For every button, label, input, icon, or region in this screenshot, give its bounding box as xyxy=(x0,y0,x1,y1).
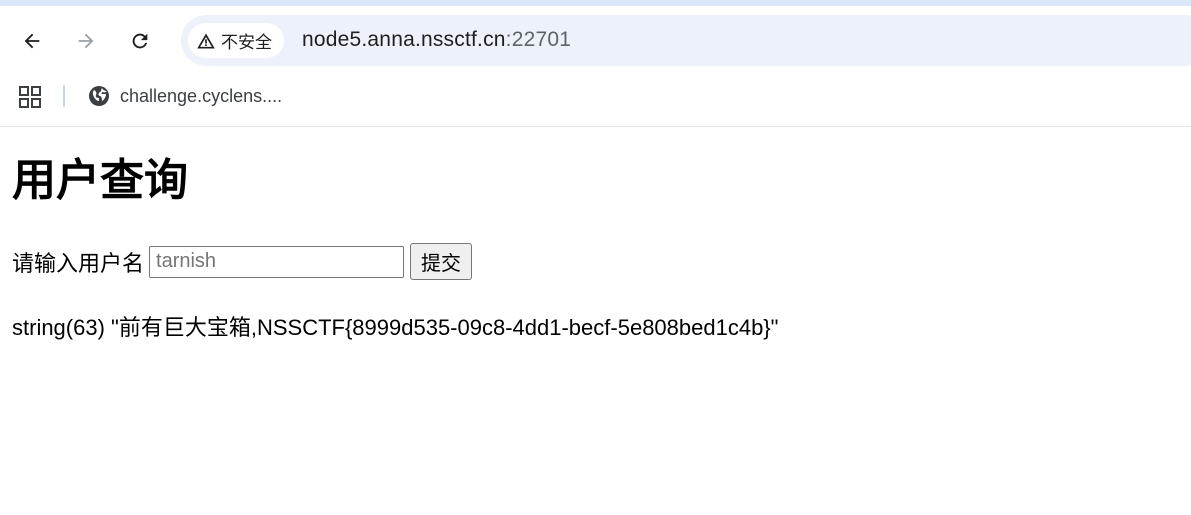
arrow-right-icon xyxy=(78,33,94,49)
back-button[interactable] xyxy=(14,23,50,59)
globe-icon xyxy=(89,86,109,106)
username-input[interactable] xyxy=(149,245,405,278)
submit-button[interactable]: 提交 xyxy=(410,243,473,280)
warning-icon xyxy=(197,33,215,48)
bookmarks-bar: challenge.cyclens.... xyxy=(0,76,1191,118)
url-text[interactable]: node5.anna.nssctf.cn:22701 xyxy=(302,28,571,52)
forward-button[interactable] xyxy=(68,23,104,59)
arrow-left-icon xyxy=(24,33,40,49)
security-label: 不安全 xyxy=(221,33,272,53)
apps-button[interactable] xyxy=(18,85,42,114)
bookmark-item[interactable]: challenge.cyclens.... xyxy=(87,84,282,108)
security-chip[interactable]: 不安全 xyxy=(188,23,284,58)
query-form: 请输入用户名 提交 xyxy=(12,243,473,280)
query-result: string(63) "前有巨大宝箱,NSSCTF{8999d535-09c8-… xyxy=(12,315,779,340)
reload-button[interactable] xyxy=(122,23,158,59)
page-title: 用户查询 xyxy=(12,155,188,206)
reload-icon xyxy=(132,33,148,49)
bookmarks-separator xyxy=(63,85,65,107)
url-port: :22701 xyxy=(505,28,572,51)
bookmark-label: challenge.cyclens.... xyxy=(120,85,283,106)
address-bar[interactable]: 不安全 node5.anna.nssctf.cn:22701 xyxy=(181,15,1191,66)
browser-toolbar: 不安全 node5.anna.nssctf.cn:22701 challenge… xyxy=(0,0,1191,127)
username-label: 请输入用户名 xyxy=(12,251,145,277)
url-host: node5.anna.nssctf.cn xyxy=(302,28,506,51)
apps-grid-icon xyxy=(19,86,41,108)
tab-strip-edge xyxy=(0,0,1191,6)
